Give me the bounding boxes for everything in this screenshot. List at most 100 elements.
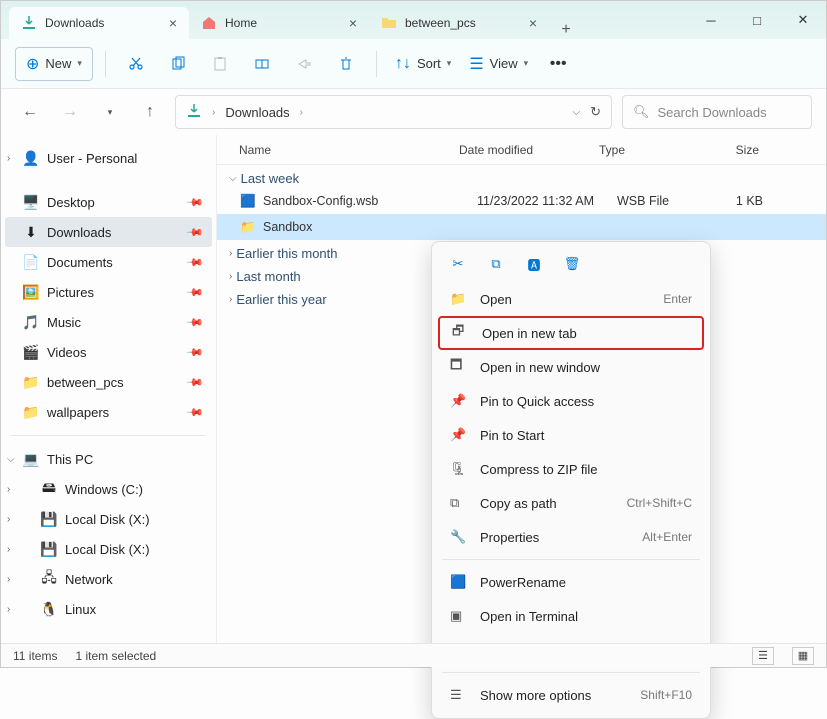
up-button[interactable]: ↑	[135, 97, 165, 127]
ctx-more-options[interactable]: ☰Show more optionsShift+F10	[438, 678, 704, 712]
desktop-icon: 🖥️	[23, 194, 39, 210]
sidebar-item-drive-c[interactable]: ›🖴Windows (C:)	[5, 474, 212, 504]
search-input[interactable]: 🔍︎ Search Downloads	[622, 95, 812, 129]
documents-icon: 📄	[23, 254, 39, 270]
sidebar-item-downloads[interactable]: ⬇Downloads📌	[5, 217, 212, 247]
copy-icon[interactable]: ⧉	[486, 254, 506, 274]
sidebar-item-videos[interactable]: 🎬Videos📌	[5, 337, 212, 367]
new-tab-button[interactable]: +	[549, 21, 583, 39]
refresh-icon[interactable]: ↻	[590, 104, 601, 120]
sidebar-item-linux[interactable]: ›🐧Linux	[5, 594, 212, 624]
sidebar-item-this-pc[interactable]: ⌵ 💻 This PC	[5, 444, 212, 474]
download-icon	[21, 15, 37, 31]
pin-icon: 📌	[186, 223, 205, 242]
col-type[interactable]: Type	[599, 143, 699, 157]
titlebar: Downloads × Home × between_pcs × + ─ □ ✕	[1, 1, 826, 39]
back-button[interactable]: ←	[15, 97, 45, 127]
chevron-down-icon: ▾	[524, 58, 529, 69]
sidebar-item-documents[interactable]: 📄Documents📌	[5, 247, 212, 277]
share-button[interactable]	[286, 47, 322, 81]
ctx-powerrename[interactable]: 🟦PowerRename	[438, 565, 704, 599]
close-button[interactable]: ✕	[780, 1, 826, 39]
search-icon: 🔍︎	[633, 104, 650, 120]
sidebar-item-drive-x2[interactable]: ›💾Local Disk (X:)	[5, 534, 212, 564]
ctx-open-new-window[interactable]: 🗖Open in new window	[438, 350, 704, 384]
tab-downloads[interactable]: Downloads ×	[9, 7, 189, 39]
pin-icon: 📌	[186, 403, 205, 422]
col-size[interactable]: Size	[699, 143, 759, 157]
chevron-right-icon[interactable]: ›	[7, 484, 10, 495]
chevron-right-icon[interactable]: ›	[7, 153, 10, 164]
col-date[interactable]: Date modified	[459, 143, 599, 157]
view-button[interactable]: ☰ View ▾	[463, 47, 534, 81]
file-row[interactable]: 📁 Sandbox	[217, 214, 826, 240]
breadcrumb[interactable]: Downloads	[225, 105, 289, 120]
new-tab-icon: 🗗	[452, 322, 470, 344]
thumbnails-view-button[interactable]: ▦	[792, 647, 814, 665]
copy-path-icon: ⧉	[450, 495, 468, 511]
user-icon: 👤	[23, 150, 39, 166]
delete-icon[interactable]: 🗑	[562, 254, 582, 274]
close-icon[interactable]: ×	[529, 15, 537, 31]
chevron-down-icon: ⌵	[229, 173, 237, 184]
pin-icon: 📌	[186, 283, 205, 302]
pin-icon: 📌	[186, 253, 205, 272]
tab-label: Home	[225, 16, 257, 30]
ctx-compress[interactable]: 🗜Compress to ZIP file	[438, 452, 704, 486]
chevron-right-icon: ›	[300, 107, 303, 118]
copy-button[interactable]	[160, 47, 196, 81]
sidebar-item-pictures[interactable]: 🖼️Pictures📌	[5, 277, 212, 307]
details-view-button[interactable]: ☰	[752, 647, 774, 665]
ctx-open[interactable]: 📁OpenEnter	[438, 282, 704, 316]
chevron-right-icon: ›	[229, 248, 232, 259]
cut-icon[interactable]: ✂	[448, 254, 468, 274]
sidebar-item-drive-x1[interactable]: ›💾Local Disk (X:)	[5, 504, 212, 534]
group-last-week[interactable]: ⌵Last week	[217, 165, 826, 188]
minimize-button[interactable]: ─	[688, 1, 734, 39]
tab-between-pcs[interactable]: between_pcs ×	[369, 7, 549, 39]
chevron-right-icon[interactable]: ›	[7, 604, 10, 615]
tab-label: Downloads	[45, 16, 104, 30]
more-button[interactable]: •••	[540, 47, 576, 81]
rename-icon[interactable]: 🅰	[524, 254, 544, 274]
sidebar-item-music[interactable]: 🎵Music📌	[5, 307, 212, 337]
chevron-down-icon[interactable]: ⌵	[573, 107, 581, 118]
sidebar-item-between-pcs[interactable]: 📁between_pcs📌	[5, 367, 212, 397]
status-bar: 11 items 1 item selected ☰ ▦	[1, 643, 826, 667]
sidebar-item-desktop[interactable]: 🖥️Desktop📌	[5, 187, 212, 217]
delete-button[interactable]	[328, 47, 364, 81]
sidebar-item-user[interactable]: › 👤 User - Personal	[5, 143, 212, 173]
tab-home[interactable]: Home ×	[189, 7, 369, 39]
ctx-pin-start[interactable]: 📌Pin to Start	[438, 418, 704, 452]
ctx-properties[interactable]: 🔧PropertiesAlt+Enter	[438, 520, 704, 554]
sidebar-item-network[interactable]: ›🖧Network	[5, 564, 212, 594]
view-icon: ☰	[469, 54, 483, 74]
ctx-copy-path[interactable]: ⧉Copy as pathCtrl+Shift+C	[438, 486, 704, 520]
close-icon[interactable]: ×	[169, 15, 177, 31]
chevron-right-icon: ›	[229, 271, 232, 282]
col-name[interactable]: Name	[239, 143, 459, 157]
forward-button[interactable]: →	[55, 97, 85, 127]
new-button[interactable]: ⊕ New ▾	[15, 47, 93, 81]
rename-button[interactable]	[244, 47, 280, 81]
properties-icon: 🔧	[450, 529, 468, 545]
close-icon[interactable]: ×	[349, 15, 357, 31]
chevron-right-icon[interactable]: ›	[7, 544, 10, 555]
cut-button[interactable]	[118, 47, 154, 81]
paste-button[interactable]	[202, 47, 238, 81]
chevron-right-icon[interactable]: ›	[7, 514, 10, 525]
ctx-open-new-tab[interactable]: 🗗Open in new tab	[438, 316, 704, 350]
ctx-terminal[interactable]: ▣Open in Terminal	[438, 599, 704, 633]
file-row[interactable]: 🟦 Sandbox-Config.wsb 11/23/2022 11:32 AM…	[217, 188, 826, 214]
ctx-pin-quick[interactable]: 📌Pin to Quick access	[438, 384, 704, 418]
chevron-right-icon[interactable]: ›	[7, 574, 10, 585]
recent-button[interactable]: ▾	[95, 97, 125, 127]
sort-icon: ↑↓	[395, 55, 411, 73]
sort-button[interactable]: ↑↓ Sort ▾	[389, 47, 457, 81]
address-bar[interactable]: › Downloads › ⌵ ↻	[175, 95, 612, 129]
pin-icon: 📌	[186, 193, 205, 212]
chevron-down-icon[interactable]: ⌵	[7, 454, 15, 465]
maximize-button[interactable]: □	[734, 1, 780, 39]
plus-icon: ⊕	[26, 54, 39, 74]
sidebar-item-wallpapers[interactable]: 📁wallpapers📌	[5, 397, 212, 427]
